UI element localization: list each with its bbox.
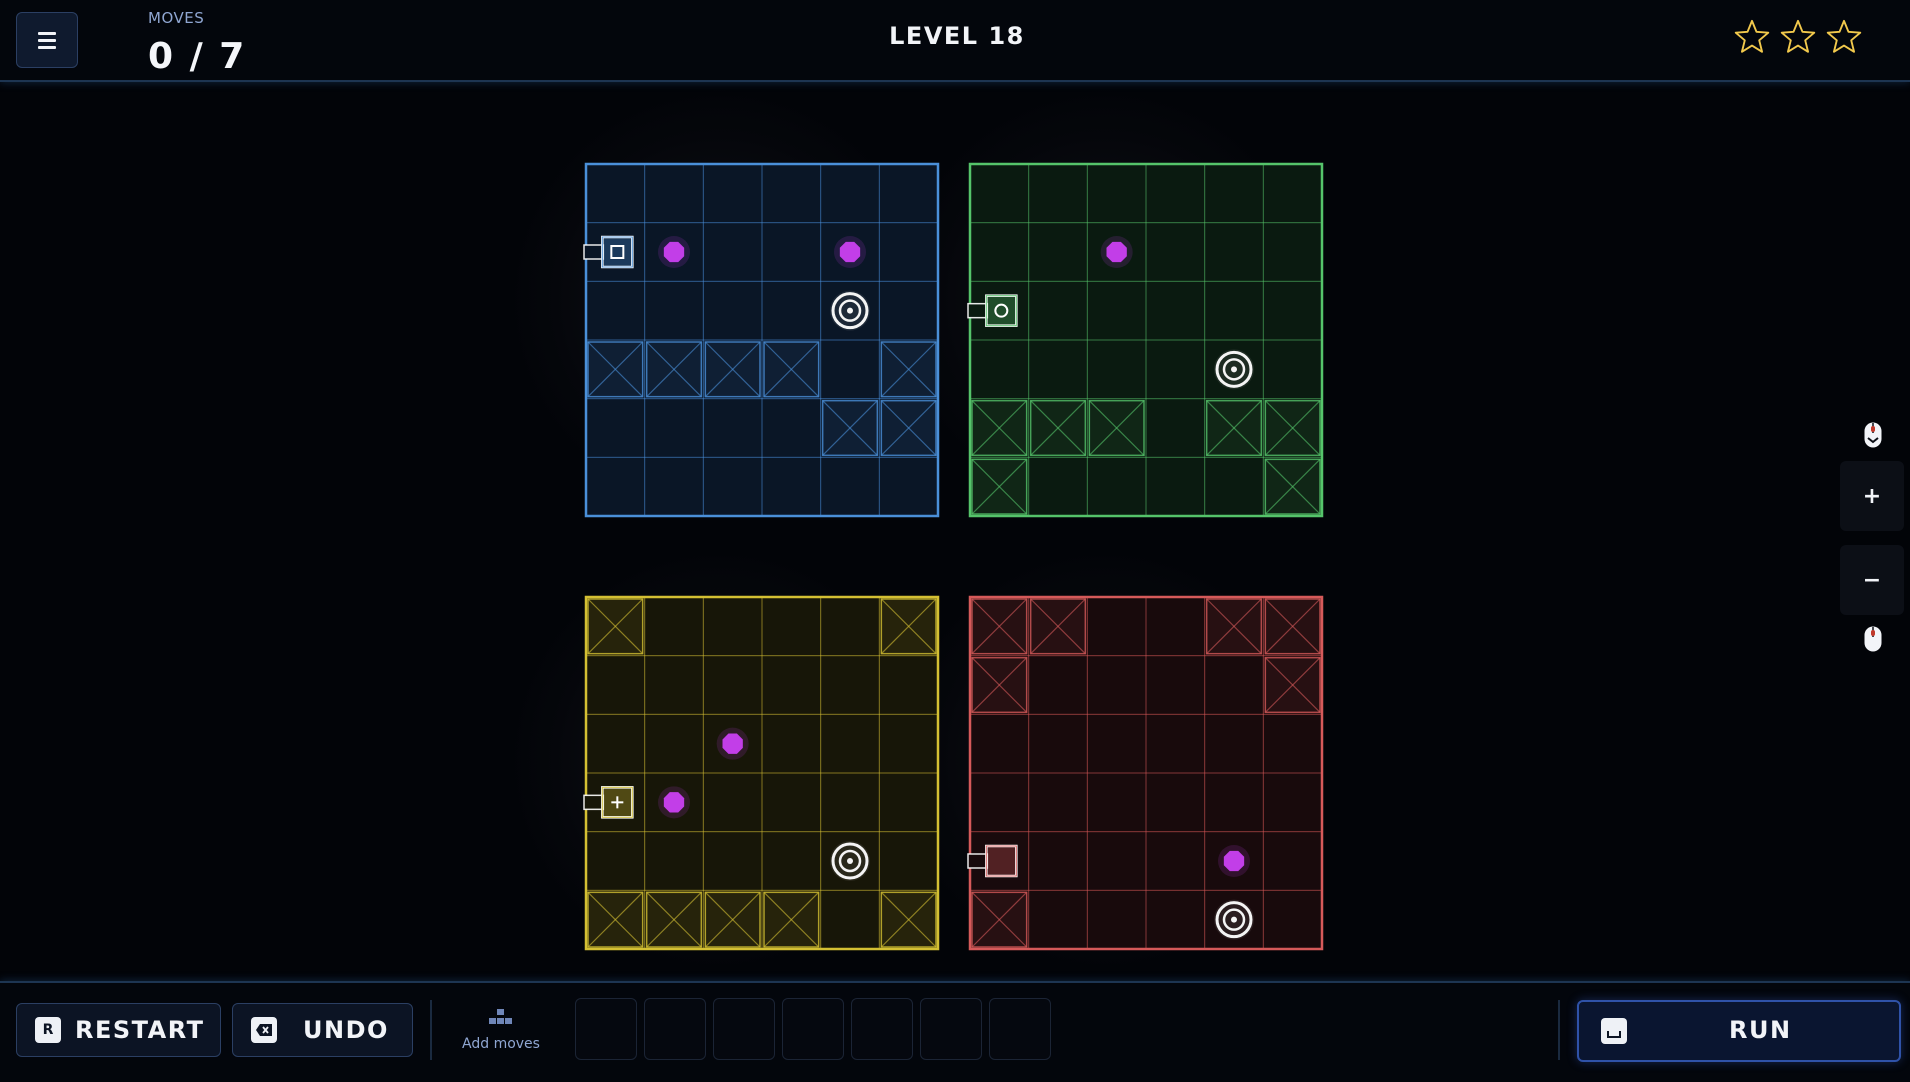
wall-block xyxy=(763,891,820,948)
wall-block xyxy=(587,341,644,398)
wall-block xyxy=(1029,598,1087,655)
star-outline-icon xyxy=(1734,19,1770,53)
top-bar: MOVES 0 / 7 LEVEL 18 xyxy=(0,0,1910,82)
star-rating xyxy=(1733,18,1863,56)
wall-block xyxy=(971,598,1028,655)
wall-block xyxy=(587,598,644,655)
gem-icon xyxy=(658,236,690,268)
board-red xyxy=(967,595,1324,951)
gem-icon xyxy=(1100,236,1133,268)
bottom-divider xyxy=(1558,1000,1560,1060)
backspace-icon xyxy=(251,1017,277,1043)
wall-block xyxy=(645,341,703,398)
wall-block xyxy=(880,399,937,457)
restart-label: RESTART xyxy=(75,1016,205,1044)
star-outline-icon xyxy=(1780,19,1816,53)
spacebar-icon xyxy=(1601,1018,1627,1044)
move-slot[interactable] xyxy=(713,998,775,1060)
move-slot[interactable] xyxy=(575,998,637,1060)
add-moves-label: Add moves xyxy=(462,1036,540,1052)
move-slot[interactable] xyxy=(989,998,1051,1060)
star-outline-icon xyxy=(1826,19,1862,53)
board-yellow xyxy=(583,595,940,951)
wall-block xyxy=(763,341,820,398)
wall-block xyxy=(704,341,761,398)
move-slot[interactable] xyxy=(782,998,844,1060)
bottom-divider xyxy=(430,1000,432,1060)
mouse-scroll-down-icon[interactable] xyxy=(1863,625,1883,653)
undo-button[interactable]: UNDO xyxy=(232,1003,413,1057)
zoom-in-button[interactable]: + xyxy=(1840,461,1904,531)
level-title: LEVEL 18 xyxy=(889,22,1025,50)
wall-block xyxy=(971,891,1028,948)
run-label: RUN xyxy=(1729,1016,1792,1044)
wall-block xyxy=(1264,598,1321,655)
board-grid xyxy=(583,595,940,951)
wall-block xyxy=(1088,399,1145,457)
blocks-icon xyxy=(489,1009,512,1024)
add-moves-hint: Add moves xyxy=(456,1008,546,1052)
wall-block xyxy=(1264,399,1321,457)
wall-block xyxy=(971,399,1028,457)
undo-label: UNDO xyxy=(303,1016,389,1044)
board-grid xyxy=(967,162,1324,518)
move-slot[interactable] xyxy=(851,998,913,1060)
gem-icon xyxy=(716,727,749,760)
board-grid xyxy=(967,595,1324,951)
wall-block xyxy=(880,598,937,655)
wall-block xyxy=(1264,458,1321,515)
wall-block xyxy=(1264,656,1321,714)
gem-icon xyxy=(834,236,866,268)
board-blue xyxy=(583,162,940,518)
mouse-scroll-up-icon[interactable] xyxy=(1863,421,1883,449)
wall-block xyxy=(1205,399,1263,457)
wall-block xyxy=(1029,399,1087,457)
run-button[interactable]: RUN xyxy=(1577,1000,1901,1062)
wall-block xyxy=(704,891,761,948)
board-green xyxy=(967,162,1324,518)
wall-block xyxy=(645,891,703,948)
gem-icon xyxy=(1218,845,1250,877)
restart-key: R xyxy=(35,1017,61,1043)
target-icon xyxy=(1214,899,1254,940)
move-slot[interactable] xyxy=(644,998,706,1060)
zoom-out-button[interactable]: − xyxy=(1840,545,1904,615)
wall-block xyxy=(971,458,1028,515)
target-icon xyxy=(830,841,870,881)
target-icon xyxy=(1214,349,1254,390)
board-grid xyxy=(583,162,940,518)
wall-block xyxy=(880,341,937,398)
wall-block xyxy=(1205,598,1263,655)
move-slot[interactable] xyxy=(920,998,982,1060)
gem-icon xyxy=(658,786,690,819)
target-icon xyxy=(830,290,870,331)
wall-block xyxy=(971,656,1028,714)
wall-block xyxy=(587,891,644,948)
wall-block xyxy=(880,891,937,948)
wall-block xyxy=(821,399,879,457)
restart-button[interactable]: R RESTART xyxy=(16,1003,221,1057)
